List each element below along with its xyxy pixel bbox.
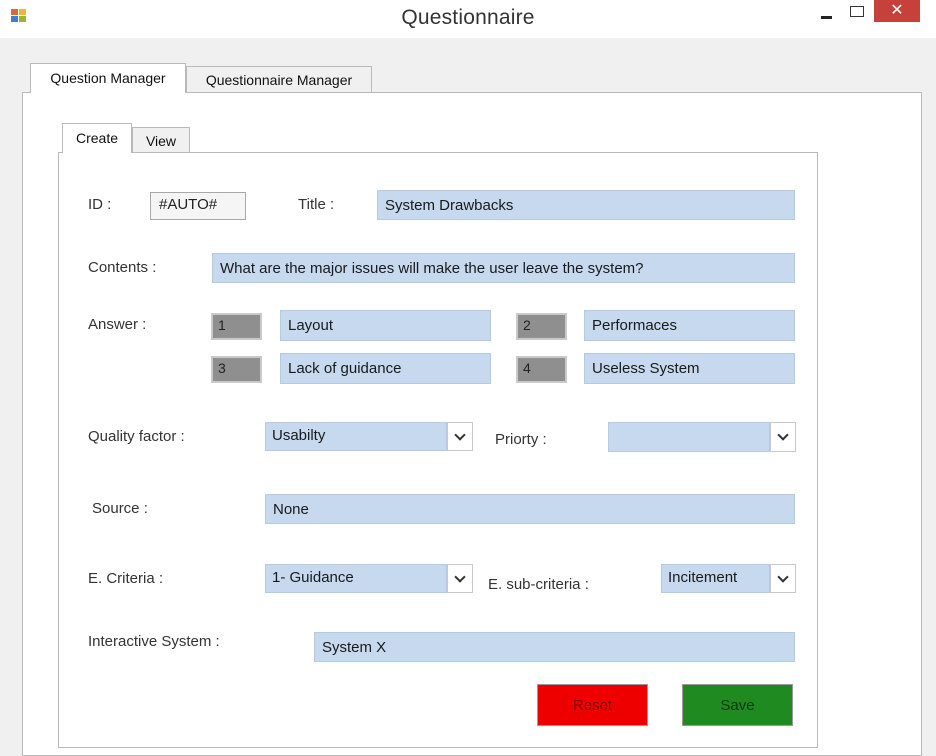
minimize-button[interactable] xyxy=(812,0,842,28)
window-title: Questionnaire xyxy=(401,6,535,29)
save-button-label: Save xyxy=(720,696,755,714)
sub-criteria-dropdown[interactable] xyxy=(770,564,796,593)
source-input[interactable] xyxy=(265,494,795,524)
priority-select[interactable] xyxy=(608,422,796,452)
source-label: Source : xyxy=(92,500,148,517)
sub-criteria-select[interactable]: Incitement xyxy=(661,564,796,593)
chevron-down-icon xyxy=(777,429,789,441)
interactive-system-label: Interactive System : xyxy=(88,633,220,650)
quality-factor-dropdown[interactable] xyxy=(447,422,473,451)
maximize-button[interactable] xyxy=(842,0,872,28)
tab-questionnaire-manager[interactable]: Questionnaire Manager xyxy=(186,66,372,93)
title-label: Title : xyxy=(298,196,335,213)
answer-number-2: 2 xyxy=(516,313,567,340)
contents-label: Contents : xyxy=(88,259,157,276)
answer-input-1[interactable] xyxy=(280,310,491,341)
answer-input-3[interactable] xyxy=(280,353,491,384)
quality-factor-label: Quality factor : xyxy=(88,428,185,445)
tab-create[interactable]: Create xyxy=(62,123,132,153)
id-field: #AUTO# xyxy=(150,192,246,220)
answer-input-2[interactable] xyxy=(584,310,795,341)
priority-label: Priorty : xyxy=(495,431,547,448)
reset-button[interactable]: Reset xyxy=(537,684,648,726)
close-icon: ✕ xyxy=(890,2,904,19)
save-button[interactable]: Save xyxy=(682,684,793,726)
answer-number-3: 3 xyxy=(211,356,262,383)
chevron-down-icon xyxy=(777,571,789,583)
criteria-dropdown[interactable] xyxy=(447,564,473,593)
quality-factor-value: Usabilty xyxy=(265,422,447,451)
priority-dropdown[interactable] xyxy=(770,422,796,452)
answer-number-1: 1 xyxy=(211,313,262,340)
id-label: ID : xyxy=(88,196,112,213)
title-input[interactable] xyxy=(377,190,795,220)
priority-value xyxy=(608,422,770,452)
tab-view[interactable]: View xyxy=(132,127,190,153)
title-bar: Questionnaire ✕ xyxy=(0,0,936,38)
interactive-system-input[interactable] xyxy=(314,632,795,662)
sub-criteria-label: E. sub-criteria : xyxy=(488,576,589,593)
tab-question-manager[interactable]: Question Manager xyxy=(30,63,186,93)
criteria-value: 1- Guidance xyxy=(265,564,447,593)
answer-input-4[interactable] xyxy=(584,353,795,384)
quality-factor-select[interactable]: Usabilty xyxy=(265,422,473,451)
answer-number-4: 4 xyxy=(516,356,567,383)
close-button[interactable]: ✕ xyxy=(874,0,920,22)
answer-label: Answer : xyxy=(88,316,147,333)
sub-criteria-value: Incitement xyxy=(661,564,770,593)
chevron-down-icon xyxy=(454,571,466,583)
reset-button-label: Reset xyxy=(572,696,613,714)
chevron-down-icon xyxy=(454,429,466,441)
criteria-select[interactable]: 1- Guidance xyxy=(265,564,473,593)
criteria-label: E. Criteria : xyxy=(88,570,164,587)
contents-input[interactable] xyxy=(212,253,795,283)
